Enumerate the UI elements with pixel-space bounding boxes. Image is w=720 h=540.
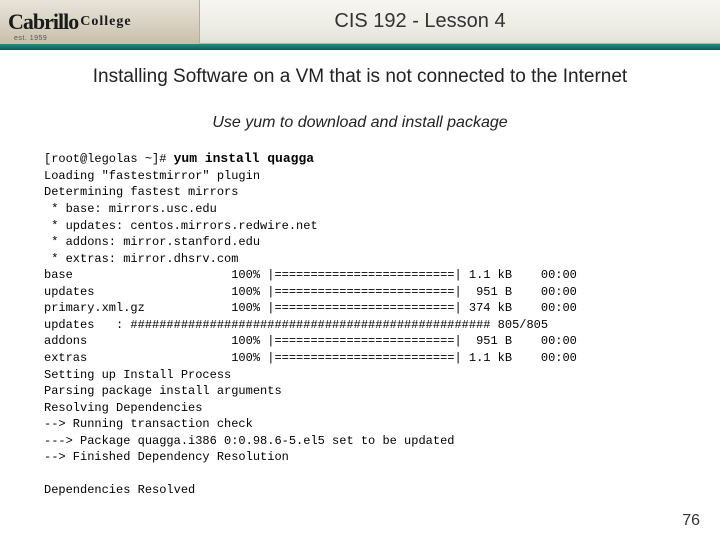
- terminal-line: * base: mirrors.usc.edu: [44, 202, 217, 216]
- logo-established-text: est. 1959: [14, 35, 47, 42]
- terminal-line: primary.xml.gz 100% |===================…: [44, 301, 577, 315]
- slide-title: CIS 192 - Lesson 4: [334, 10, 505, 33]
- shell-command: yum install quagga: [174, 151, 314, 166]
- terminal-output: [root@legolas ~]# yum install quagga Loa…: [44, 150, 686, 499]
- slide-instruction: Use yum to download and install package: [0, 114, 720, 132]
- title-bar: CIS 192 - Lesson 4: [200, 0, 720, 44]
- slide-header: Cabrillo College est. 1959 CIS 192 - Les…: [0, 0, 720, 44]
- terminal-line: updates : ##############################…: [44, 318, 548, 332]
- shell-prompt: [root@legolas ~]#: [44, 152, 174, 166]
- terminal-line: * updates: centos.mirrors.redwire.net: [44, 219, 318, 233]
- terminal-line: extras 100% |=========================| …: [44, 351, 577, 365]
- terminal-line: * addons: mirror.stanford.edu: [44, 235, 260, 249]
- terminal-line: addons 100% |=========================| …: [44, 334, 577, 348]
- divider-bar: [0, 44, 720, 50]
- page-number: 76: [682, 512, 700, 530]
- logo-wordmark-text: College: [80, 14, 131, 30]
- terminal-line: Resolving Dependencies: [44, 401, 202, 415]
- terminal-line: ---> Package quagga.i386 0:0.98.6-5.el5 …: [44, 434, 454, 448]
- terminal-line: --> Running transaction check: [44, 417, 253, 431]
- slide-subtitle: Installing Software on a VM that is not …: [0, 66, 720, 88]
- terminal-line: Determining fastest mirrors: [44, 185, 238, 199]
- logo-script-text: Cabrillo: [8, 9, 78, 35]
- terminal-line: Setting up Install Process: [44, 368, 231, 382]
- terminal-line: --> Finished Dependency Resolution: [44, 450, 289, 464]
- terminal-line: * extras: mirror.dhsrv.com: [44, 252, 238, 266]
- college-logo: Cabrillo College est. 1959: [0, 0, 200, 44]
- terminal-line: Loading "fastestmirror" plugin: [44, 169, 260, 183]
- terminal-line: Dependencies Resolved: [44, 483, 195, 497]
- terminal-line: base 100% |=========================| 1.…: [44, 268, 577, 282]
- terminal-line: updates 100% |=========================|…: [44, 285, 577, 299]
- terminal-line: Parsing package install arguments: [44, 384, 282, 398]
